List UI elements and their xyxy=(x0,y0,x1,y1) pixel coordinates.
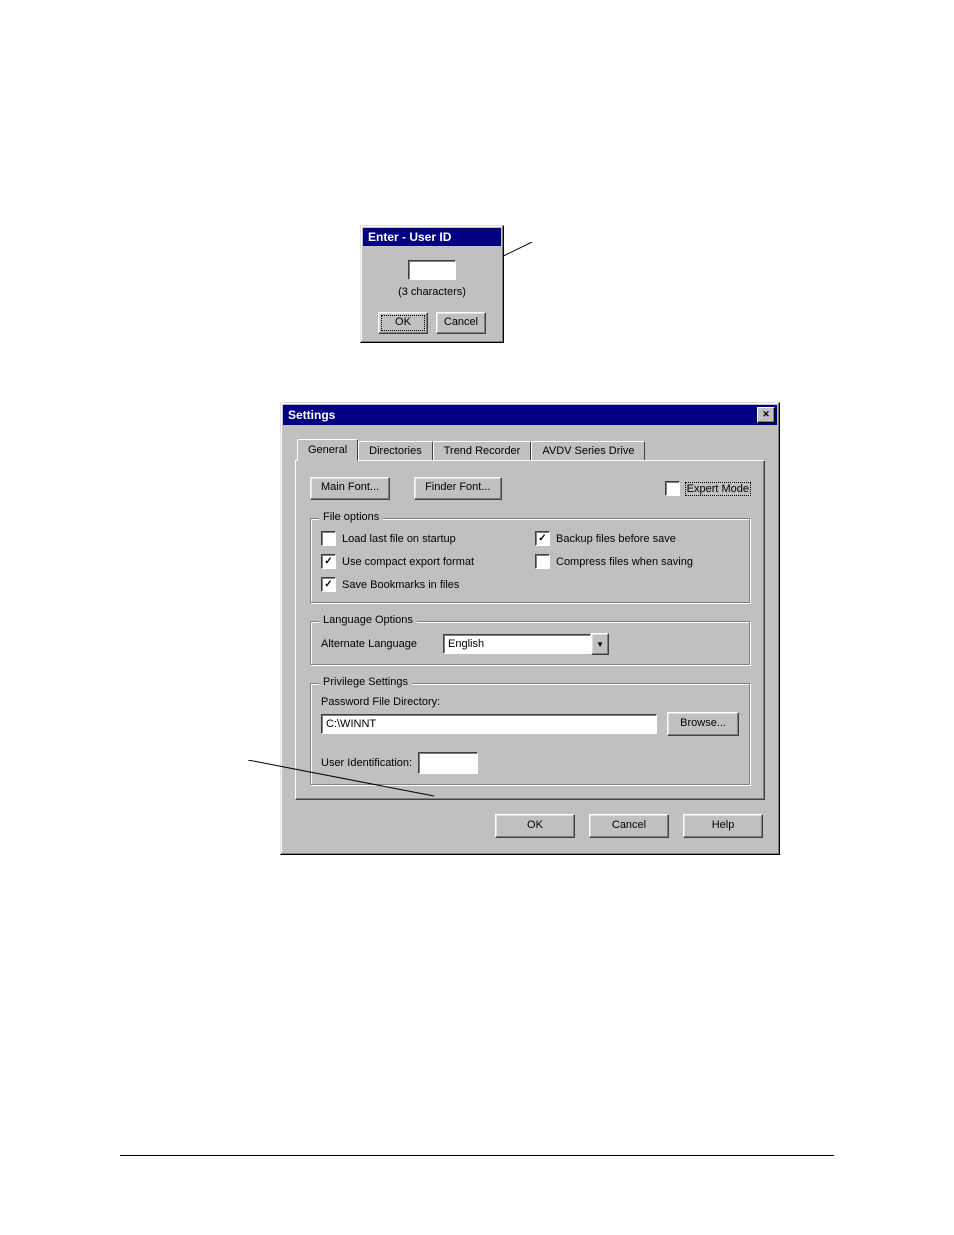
dropdown-alternate-language[interactable]: English ▼ xyxy=(443,634,609,654)
checkbox-save-bookmarks[interactable]: ✓ Save Bookmarks in files xyxy=(321,577,525,592)
label-backup-files: Backup files before save xyxy=(556,533,676,545)
check-icon: ✓ xyxy=(324,580,332,590)
checkbox-backup-files[interactable]: ✓ Backup files before save xyxy=(535,531,739,546)
group-file-options: File options ✓ Load last file on startup… xyxy=(310,518,750,603)
uid-ok-button[interactable]: OK xyxy=(378,312,428,334)
checkbox-expert-mode[interactable]: ✓ Expert Mode xyxy=(665,481,750,496)
legend-language-options: Language Options xyxy=(319,614,417,626)
tab-general[interactable]: General xyxy=(297,439,358,461)
legend-file-options: File options xyxy=(319,511,383,523)
settings-title-text: Settings xyxy=(288,408,757,422)
footer-rule xyxy=(120,1155,834,1156)
enter-user-id-dialog: Enter - User ID (3 characters) OK Cancel xyxy=(360,225,504,343)
finder-font-button[interactable]: Finder Font... xyxy=(414,477,501,500)
checkbox-load-last-file[interactable]: ✓ Load last file on startup xyxy=(321,531,525,546)
label-save-bookmarks: Save Bookmarks in files xyxy=(342,579,459,591)
check-icon: ✓ xyxy=(324,557,332,567)
legend-privilege-settings: Privilege Settings xyxy=(319,676,412,688)
close-icon[interactable]: ✕ xyxy=(757,407,775,423)
chevron-down-icon[interactable]: ▼ xyxy=(591,633,609,655)
input-password-file-directory[interactable]: C:\WINNT xyxy=(321,714,657,734)
tab-panel-general: Main Font... Finder Font... ✓ Expert Mod… xyxy=(295,460,765,800)
cancel-button[interactable]: Cancel xyxy=(589,814,669,838)
label-compress-files: Compress files when saving xyxy=(556,556,693,568)
dropdown-alternate-language-value: English xyxy=(443,634,591,654)
main-font-button[interactable]: Main Font... xyxy=(310,477,390,500)
label-password-file-directory: Password File Directory: xyxy=(321,696,739,708)
help-button[interactable]: Help xyxy=(683,814,763,838)
group-privilege-settings: Privilege Settings Password File Directo… xyxy=(310,683,750,785)
enter-user-id-title: Enter - User ID xyxy=(363,228,501,246)
user-id-input[interactable] xyxy=(408,260,456,280)
check-icon: ✓ xyxy=(538,534,546,544)
browse-button[interactable]: Browse... xyxy=(667,712,739,736)
label-alternate-language: Alternate Language xyxy=(321,638,417,650)
tab-avdv-series-drive[interactable]: AVDV Series Drive xyxy=(531,441,645,460)
uid-cancel-button[interactable]: Cancel xyxy=(436,312,486,334)
ok-button[interactable]: OK xyxy=(495,814,575,838)
tab-trend-recorder[interactable]: Trend Recorder xyxy=(433,441,532,460)
label-compact-export: Use compact export format xyxy=(342,556,474,568)
tab-directories[interactable]: Directories xyxy=(358,441,433,460)
checkbox-compact-export[interactable]: ✓ Use compact export format xyxy=(321,554,525,569)
label-load-last-file: Load last file on startup xyxy=(342,533,456,545)
group-language-options: Language Options Alternate Language Engl… xyxy=(310,621,750,665)
user-id-hint: (3 characters) xyxy=(398,286,466,298)
label-expert-mode: Expert Mode xyxy=(686,483,750,495)
settings-dialog: Settings ✕ General Directories Trend Rec… xyxy=(280,402,780,855)
settings-tab-row: General Directories Trend Recorder AVDV … xyxy=(297,439,765,460)
checkbox-compress-files[interactable]: ✓ Compress files when saving xyxy=(535,554,739,569)
label-user-identification: User Identification: xyxy=(321,757,412,769)
dialog-button-row: OK Cancel Help xyxy=(281,800,779,854)
settings-titlebar: Settings ✕ xyxy=(283,405,777,425)
input-user-identification[interactable] xyxy=(418,752,478,774)
